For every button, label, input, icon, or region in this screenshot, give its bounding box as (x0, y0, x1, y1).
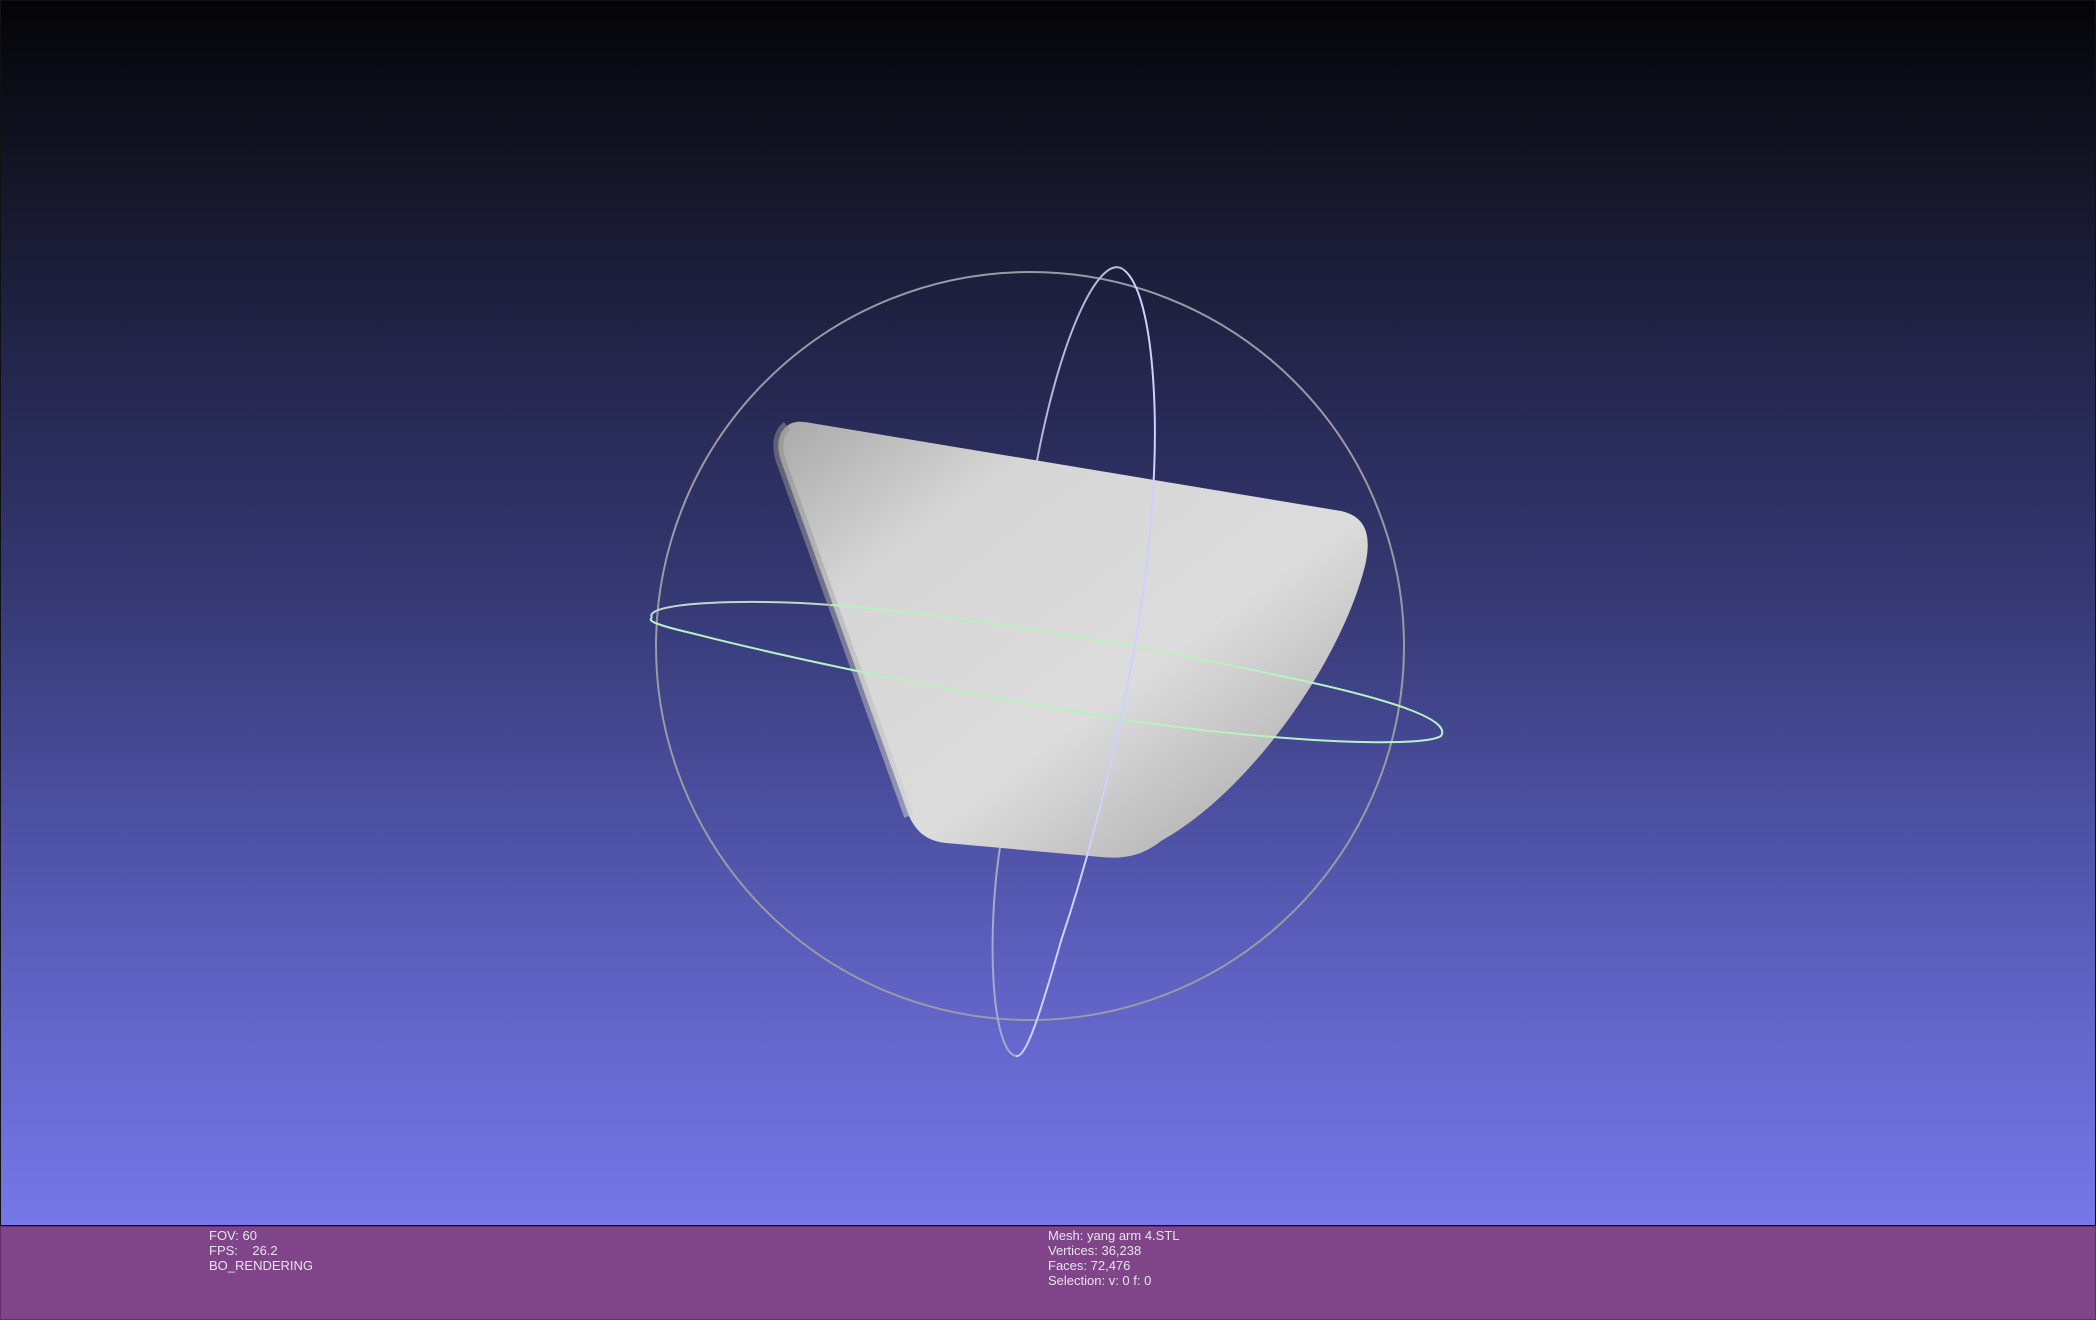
3d-viewport[interactable] (0, 0, 2096, 1226)
trackball-horizontal-ring-back (650, 600, 832, 619)
mesh-object[interactable] (778, 421, 1368, 858)
scene-canvas[interactable] (1, 1, 2096, 1226)
fov-readout: FOV: 60 (209, 1228, 257, 1243)
trackball-vertical-ring-back-lower (991, 840, 1017, 1057)
selection-count: Selection: v: 0 f: 0 (1048, 1273, 1152, 1288)
trackball-vertical-ring-back (1035, 266, 1125, 467)
render-mode: BO_RENDERING (209, 1258, 314, 1273)
fps-readout: FPS: 26.2 (209, 1243, 278, 1258)
render-info: FOV: 60 FPS: 26.2 BO_RENDERING (209, 1228, 313, 1273)
vertex-count: Vertices: 36,238 (1048, 1243, 1142, 1258)
mesh-name: Mesh: yang arm 4.STL (1048, 1228, 1180, 1243)
face-count: Faces: 72,476 (1048, 1258, 1131, 1273)
mesh-info: Mesh: yang arm 4.STL Vertices: 36,238 Fa… (1048, 1228, 1180, 1288)
